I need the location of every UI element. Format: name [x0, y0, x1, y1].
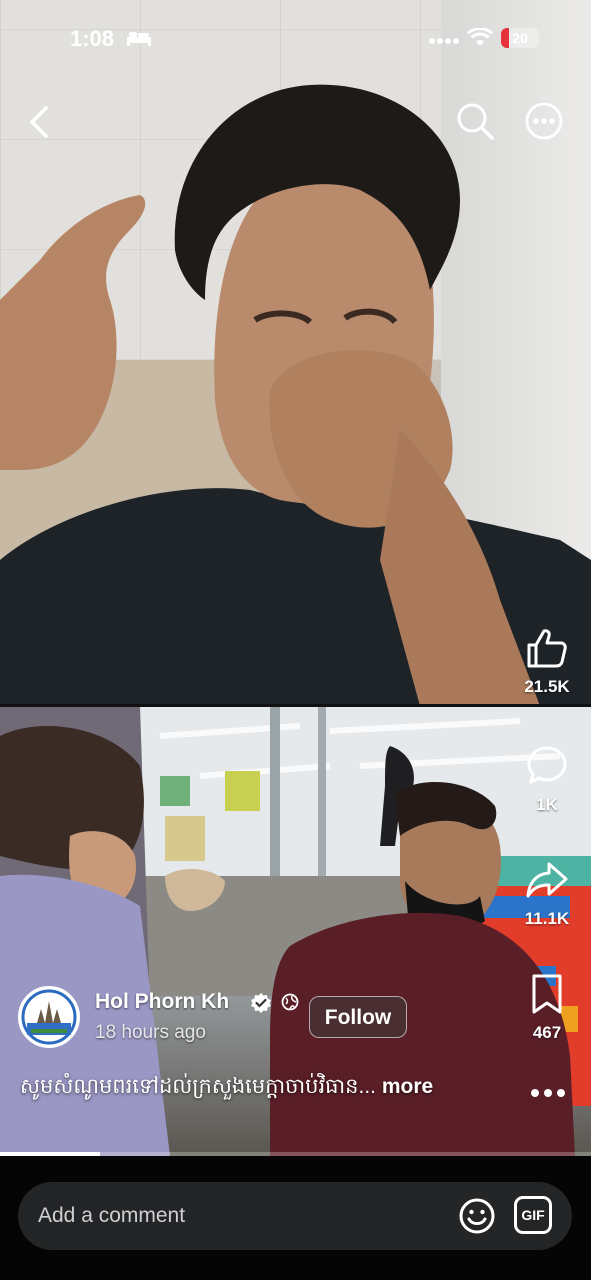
- bed-icon: [127, 32, 151, 46]
- author-name[interactable]: Hol Phorn Kh: [95, 990, 229, 1014]
- comment-icon: [527, 746, 567, 784]
- comment-count: 1K: [536, 795, 558, 814]
- search-icon[interactable]: [456, 102, 494, 140]
- wifi-icon: [467, 28, 493, 46]
- more-circle-icon[interactable]: [525, 102, 563, 140]
- ellipsis-icon: [531, 1089, 565, 1097]
- signal-icon: [429, 38, 459, 44]
- globe-icon: [281, 993, 299, 1011]
- post-caption[interactable]: សូមសំណូមពរទៅដល់ក្រសួងមេក្តាចាប់វិធាន... …: [20, 1073, 433, 1104]
- back-icon[interactable]: [24, 104, 54, 140]
- battery-percent: 20: [512, 30, 528, 46]
- author-avatar[interactable]: [18, 986, 80, 1048]
- share-count: 11.1K: [524, 909, 570, 928]
- share-icon: [526, 862, 568, 898]
- verified-badge-icon: [251, 993, 271, 1013]
- post-more-button[interactable]: [528, 1086, 568, 1104]
- like-count: 21.5K: [524, 677, 570, 696]
- comment-placeholder: Add a comment: [38, 1204, 186, 1227]
- caption-text: សូមសំណូមពរទៅដល់ក្រសួងមេក្តាចាប់វិធាន...: [20, 1075, 376, 1098]
- gif-button[interactable]: GIF: [514, 1196, 552, 1234]
- status-time: 1:08: [70, 26, 115, 51]
- thumbs-up-icon: [527, 629, 567, 668]
- comment-input[interactable]: Add a comment GIF: [18, 1182, 572, 1250]
- temple-logo-icon: [21, 989, 77, 1045]
- save-button[interactable]: 467: [502, 972, 591, 1043]
- follow-button[interactable]: Follow: [309, 996, 407, 1038]
- comment-button[interactable]: 1K: [502, 744, 591, 815]
- post-time: 18 hours ago: [95, 1022, 206, 1043]
- like-button[interactable]: 21.5K: [502, 626, 591, 697]
- share-button[interactable]: 11.1K: [502, 858, 591, 929]
- save-count: 467: [532, 1023, 562, 1042]
- gif-label: GIF: [521, 1207, 545, 1223]
- frame-divider: [0, 704, 591, 707]
- man-covering-mouth-image: [0, 84, 591, 706]
- battery-icon: 20: [501, 28, 539, 48]
- bookmark-icon: [532, 974, 562, 1014]
- top-video-frame: [0, 0, 591, 706]
- status-icons: 20: [429, 28, 539, 48]
- emoji-icon[interactable]: [458, 1197, 496, 1235]
- caption-more-link[interactable]: more: [382, 1075, 433, 1098]
